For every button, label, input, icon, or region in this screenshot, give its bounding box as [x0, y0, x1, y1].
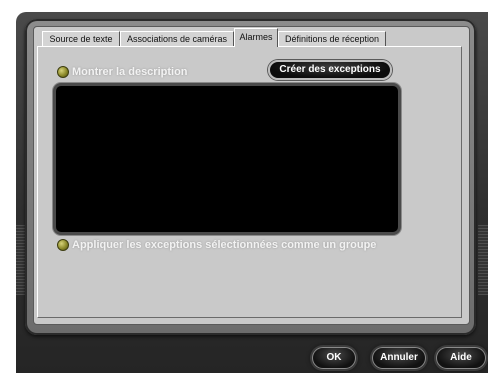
tab-source-de-texte[interactable]: Source de texte: [42, 31, 120, 46]
tab-definitions-reception[interactable]: Définitions de réception: [278, 31, 386, 46]
show-description-label[interactable]: Montrer la description: [72, 66, 188, 78]
help-button[interactable]: Aide: [436, 347, 486, 369]
tab-alarmes[interactable]: Alarmes: [234, 28, 278, 47]
decorative-stripes-right: [478, 225, 488, 295]
ok-button[interactable]: OK: [312, 347, 356, 369]
cancel-button[interactable]: Annuler: [372, 347, 426, 369]
show-description-radio-icon[interactable]: [57, 66, 69, 78]
apply-group-radio-icon[interactable]: [57, 239, 69, 251]
apply-group-label[interactable]: Appliquer les exceptions sélectionnées c…: [72, 239, 376, 251]
description-display: [56, 86, 398, 232]
tab-associations-cameras[interactable]: Associations de caméras: [120, 31, 234, 46]
create-exceptions-button[interactable]: Créer des exceptions: [268, 60, 392, 80]
